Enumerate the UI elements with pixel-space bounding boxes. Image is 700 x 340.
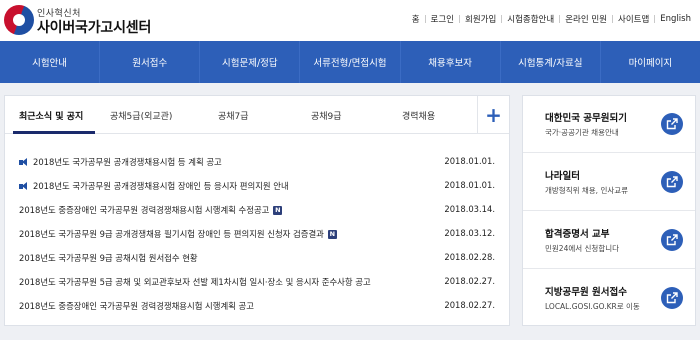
news-title[interactable]: 2018년도 국가공무원 9급 공개경쟁채용 필기시험 장애인 등 편의지원 신… xyxy=(19,228,324,240)
tab-grade5-diplomat[interactable]: 공채5급(외교관) xyxy=(110,109,172,122)
card-nara-ilteo[interactable]: 나라일터 개방형직위 채용, 인사교류 xyxy=(523,154,695,211)
main-nav: 시험안내 원서접수 시험문제/정답 서류전형/면접시험 채용후보자 시험통계/자… xyxy=(0,41,700,83)
utility-links: 홈 로그인 회원가입 시험종합안내 온라인 민원 사이트맵 English xyxy=(407,13,696,25)
news-date: 2018.03.14. xyxy=(444,204,495,214)
util-link-login[interactable]: 로그인 xyxy=(426,13,459,25)
active-tab-indicator xyxy=(13,131,95,134)
card-title: 지방공무원 원서접수 xyxy=(545,287,627,298)
news-row[interactable]: 2018년도 국가공무원 9급 공채시험 원서접수 현황 2018.02.28. xyxy=(5,247,509,269)
nav-item-document-interview[interactable]: 서류전형/면접시험 xyxy=(300,41,401,83)
card-title: 대한민국 공무원되기 xyxy=(545,113,627,124)
page: 인사혁신처 사이버국가고시센터 홈 로그인 회원가입 시험종합안내 온라인 민원… xyxy=(0,0,700,340)
news-date: 2018.02.27. xyxy=(444,276,495,286)
government-emblem-logo[interactable] xyxy=(4,5,34,35)
news-title[interactable]: 2018년도 중증장애인 국가공무원 경력경쟁채용시험 시행계획 수정공고 xyxy=(19,204,269,216)
news-title-wrap: 2018년도 국가공무원 9급 공개경쟁채용 필기시험 장애인 등 편의지원 신… xyxy=(19,228,337,240)
news-title[interactable]: 2018년도 국가공무원 5급 공채 및 외교관후보자 선발 제1차시험 일시·… xyxy=(19,276,371,288)
card-title: 합격증명서 교부 xyxy=(545,229,610,240)
news-row[interactable]: 2018년도 중증장애인 국가공무원 경력경쟁채용시험 시행계획 수정공고 N 2… xyxy=(5,199,509,221)
card-title: 나라일터 xyxy=(545,171,580,182)
nav-item-questions-answers[interactable]: 시험문제/정답 xyxy=(200,41,301,83)
tab-career[interactable]: 경력채용 xyxy=(402,109,435,122)
card-subtitle: 국가·공공기관 채용안내 xyxy=(545,128,619,137)
new-badge: N xyxy=(273,205,283,215)
nav-item-statistics[interactable]: 시험통계/자료실 xyxy=(501,41,601,83)
card-subtitle: 민원24에서 신청합니다 xyxy=(545,244,620,253)
tab-latest-news[interactable]: 최근소식 및 공지 xyxy=(19,109,83,122)
quick-links-panel: 대한민국 공무원되기 국가·공공기관 채용안내 나라일터 개방형직위 채용, 인… xyxy=(522,95,696,326)
tab-grade9[interactable]: 공채9급 xyxy=(311,109,342,122)
nav-item-application[interactable]: 원서접수 xyxy=(100,41,201,83)
news-title[interactable]: 2018년도 국가공무원 공개경쟁채용시험 등 계획 공고 xyxy=(33,156,222,168)
news-tabs: 최근소식 및 공지 공채5급(외교관) 공채7급 공채9급 경력채용 + xyxy=(5,96,509,134)
new-badge: N xyxy=(327,229,337,239)
util-link-sitemap[interactable]: 사이트맵 xyxy=(613,13,654,25)
card-become-civil-servant[interactable]: 대한민국 공무원되기 국가·공공기관 채용안내 xyxy=(523,96,695,153)
news-title-wrap: 2018년도 국가공무원 5급 공채 및 외교관후보자 선발 제1차시험 일시·… xyxy=(19,276,371,288)
news-row[interactable]: 2018년도 중증장애인 국가공무원 경력경쟁채용시험 시행계획 공고 2018… xyxy=(5,295,509,317)
card-subtitle: LOCAL.GOSI.GO.KR로 이동 xyxy=(545,302,640,311)
external-link-icon[interactable] xyxy=(661,229,683,251)
tab-grade7[interactable]: 공채7급 xyxy=(218,109,249,122)
news-title-wrap: 2018년도 국가공무원 공개경쟁채용시험 등 계획 공고 xyxy=(19,156,222,168)
news-title[interactable]: 2018년도 중증장애인 국가공무원 경력경쟁채용시험 시행계획 공고 xyxy=(19,300,254,312)
news-title-wrap: 2018년도 국가공무원 공개경쟁채용시험 장애인 등 응시자 편의지원 안내 xyxy=(19,180,289,192)
news-panel: 최근소식 및 공지 공채5급(외교관) 공채7급 공채9급 경력채용 + 201… xyxy=(4,95,510,326)
util-link-english[interactable]: English xyxy=(655,14,696,24)
header: 인사혁신처 사이버국가고시센터 홈 로그인 회원가입 시험종합안내 온라인 민원… xyxy=(0,0,700,41)
card-local-application[interactable]: 지방공무원 원서접수 LOCAL.GOSI.GO.KR로 이동 xyxy=(523,270,695,327)
nav-item-candidates[interactable]: 채용후보자 xyxy=(401,41,501,83)
news-title[interactable]: 2018년도 국가공무원 9급 공채시험 원서접수 현황 xyxy=(19,252,198,264)
external-link-icon[interactable] xyxy=(661,287,683,309)
news-row[interactable]: 2018년도 국가공무원 5급 공채 및 외교관후보자 선발 제1차시험 일시·… xyxy=(5,271,509,293)
util-link-signup[interactable]: 회원가입 xyxy=(460,13,501,25)
util-link-home[interactable]: 홈 xyxy=(407,13,425,25)
card-subtitle: 개방형직위 채용, 인사교류 xyxy=(545,186,629,195)
speaker-icon xyxy=(19,157,30,167)
nav-item-exam-guide[interactable]: 시험안내 xyxy=(0,41,101,83)
news-date: 2018.02.28. xyxy=(444,252,495,262)
more-plus-button[interactable]: + xyxy=(477,96,509,133)
external-link-icon[interactable] xyxy=(661,171,683,193)
news-title-wrap: 2018년도 중증장애인 국가공무원 경력경쟁채용시험 시행계획 공고 xyxy=(19,300,254,312)
site-title[interactable]: 사이버국가고시센터 xyxy=(37,17,151,37)
news-date: 2018.02.27. xyxy=(444,300,495,310)
speaker-icon xyxy=(19,181,30,191)
news-title[interactable]: 2018년도 국가공무원 공개경쟁채용시험 장애인 등 응시자 편의지원 안내 xyxy=(33,180,289,192)
news-row[interactable]: 2018년도 국가공무원 공개경쟁채용시험 등 계획 공고 2018.01.01… xyxy=(5,151,509,173)
news-title-wrap: 2018년도 국가공무원 9급 공채시험 원서접수 현황 xyxy=(19,252,198,264)
news-date: 2018.03.12. xyxy=(444,228,495,238)
news-date: 2018.01.01. xyxy=(444,180,495,190)
news-row[interactable]: 2018년도 국가공무원 9급 공개경쟁채용 필기시험 장애인 등 편의지원 신… xyxy=(5,223,509,245)
news-date: 2018.01.01. xyxy=(444,156,495,166)
util-link-exam-guide[interactable]: 시험종합안내 xyxy=(502,13,559,25)
news-title-wrap: 2018년도 중증장애인 국가공무원 경력경쟁채용시험 시행계획 수정공고 N xyxy=(19,204,283,216)
util-link-online-civil[interactable]: 온라인 민원 xyxy=(560,13,612,25)
news-row[interactable]: 2018년도 국가공무원 공개경쟁채용시험 장애인 등 응시자 편의지원 안내 … xyxy=(5,175,509,197)
nav-item-mypage[interactable]: 마이페이지 xyxy=(601,41,700,83)
external-link-icon[interactable] xyxy=(661,113,683,135)
card-pass-certificate[interactable]: 합격증명서 교부 민원24에서 신청합니다 xyxy=(523,212,695,269)
